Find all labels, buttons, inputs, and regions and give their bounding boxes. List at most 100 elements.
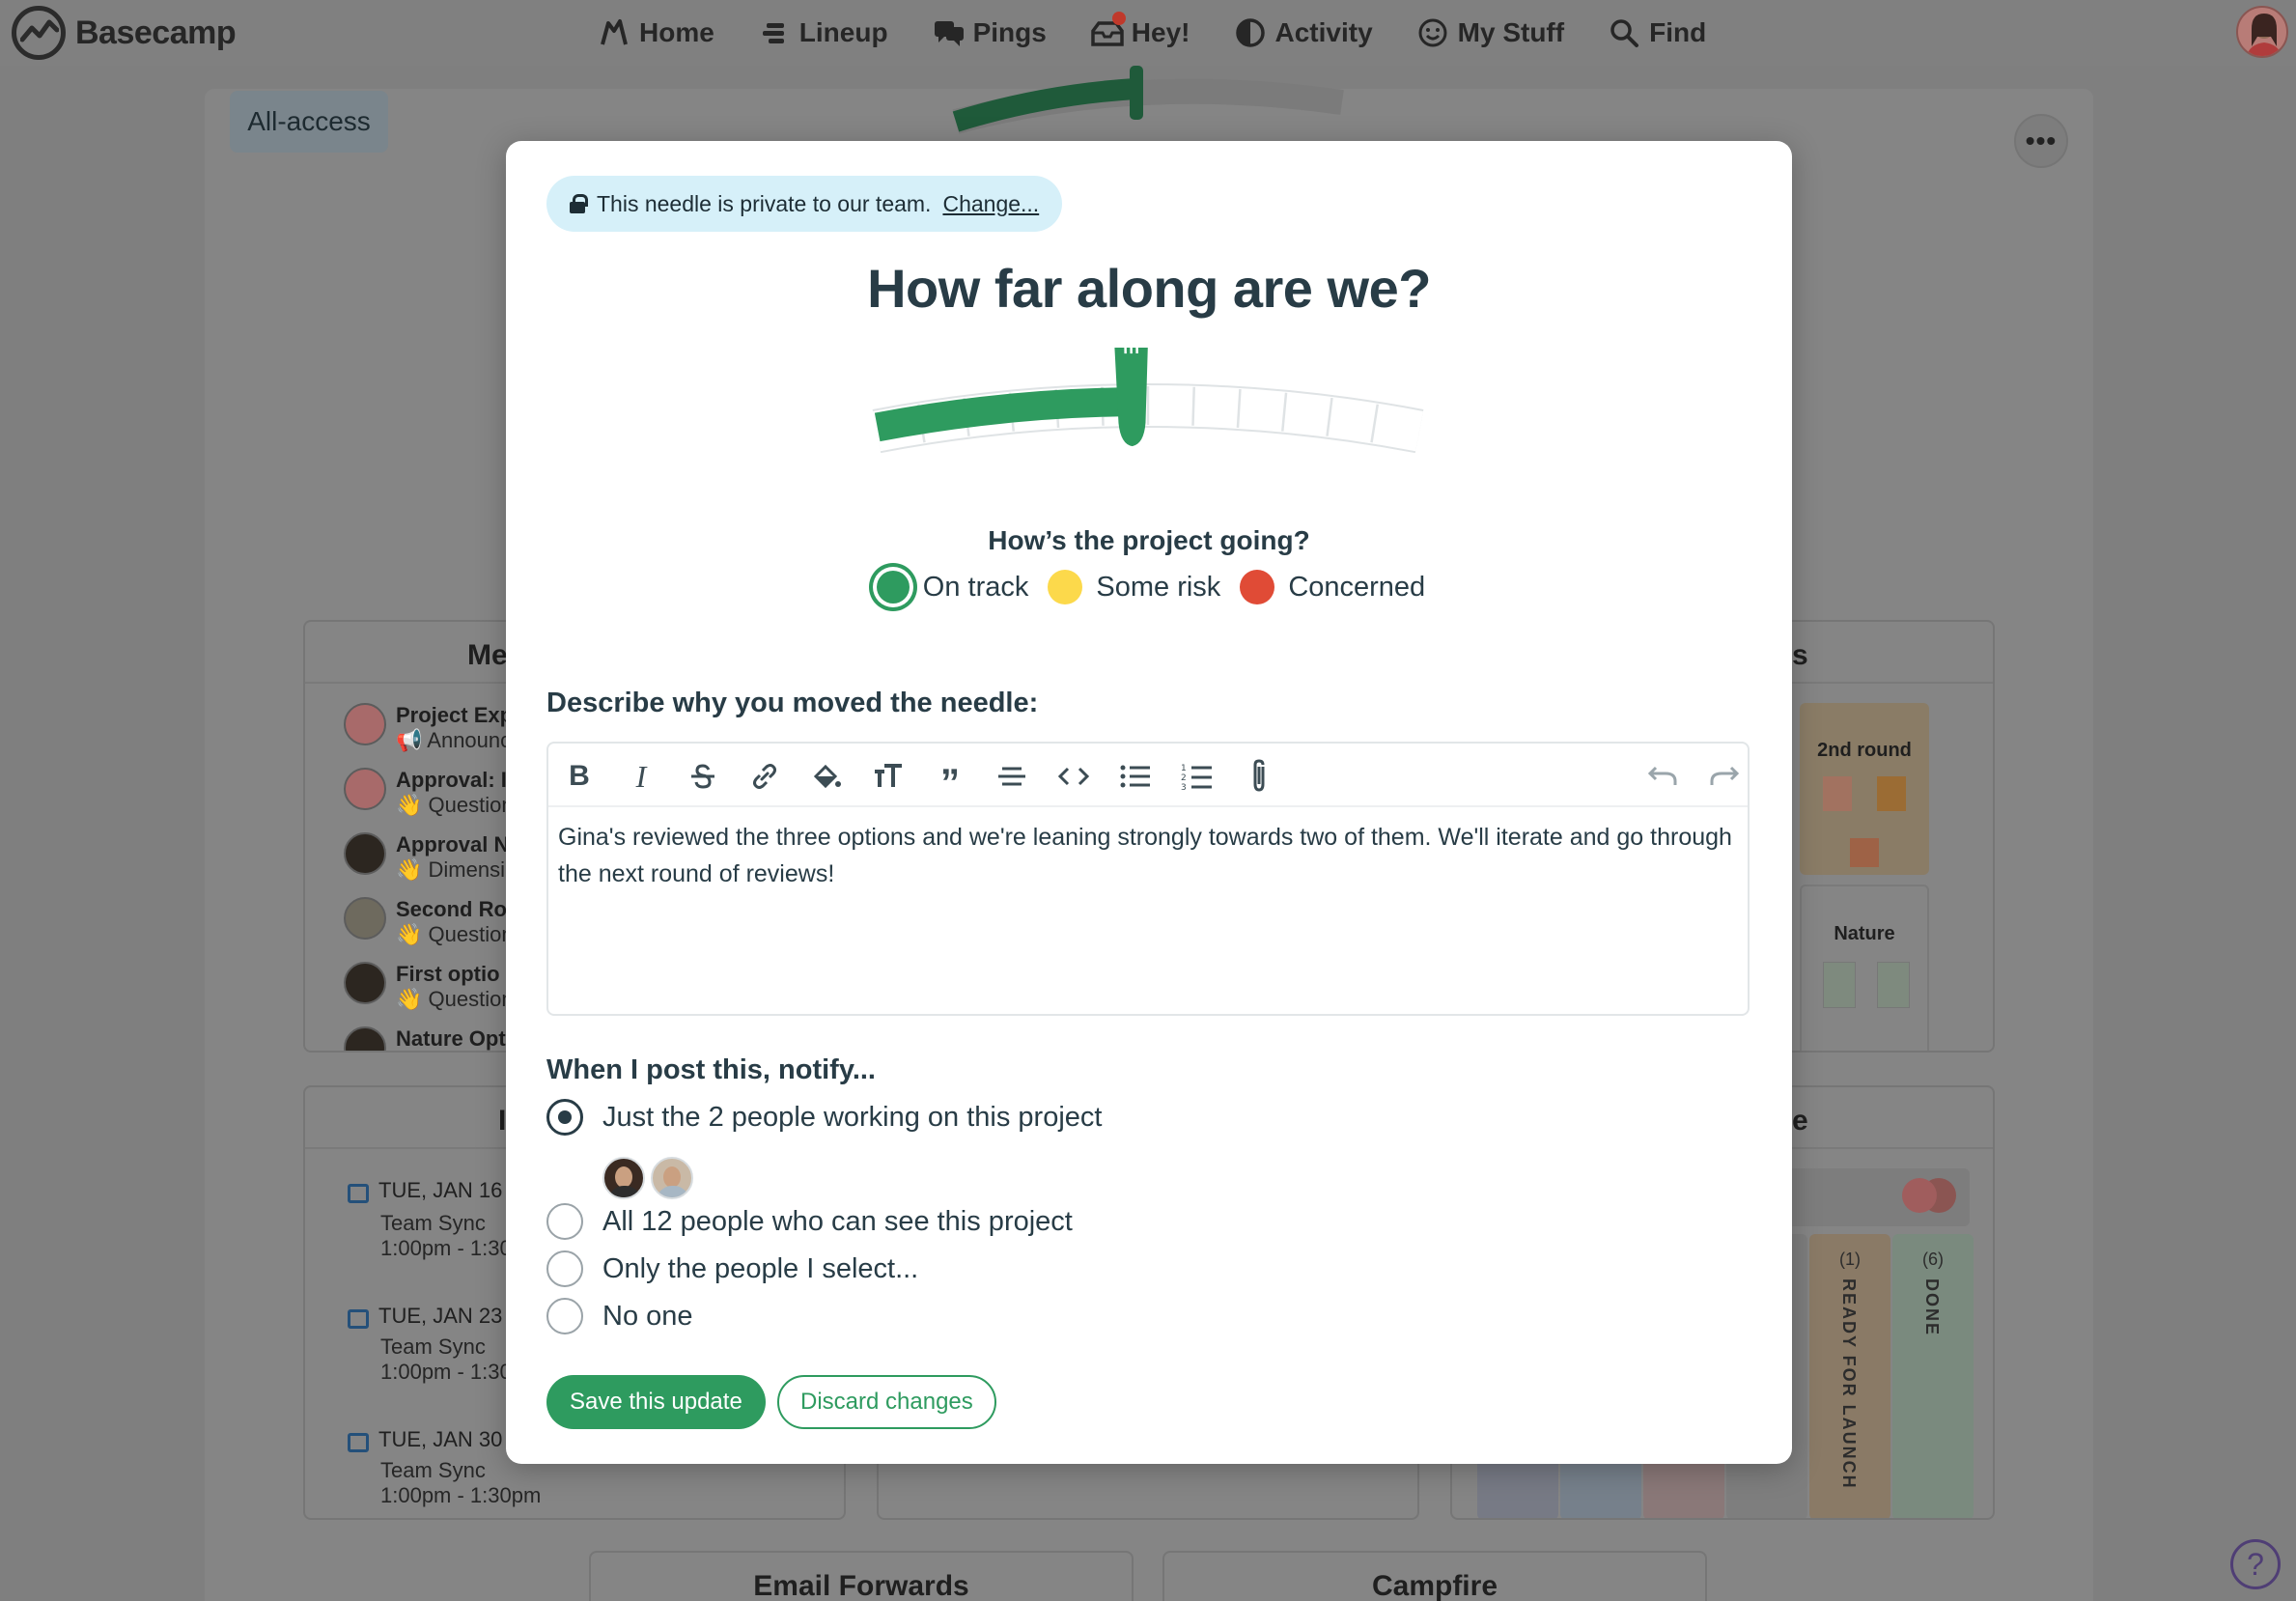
undo-icon [1647,766,1677,785]
schedule-item[interactable]: TUE, JAN 30 [348,1427,502,1452]
nav-home[interactable]: Home [599,12,714,54]
list-item[interactable]: Second Ro 👋 Question [344,897,514,947]
schedule-item[interactable]: TUE, JAN 16 [348,1178,502,1203]
notify-option-no-one[interactable]: No one [546,1298,693,1334]
folder-nature[interactable]: Nature [1800,885,1929,1051]
undo-button[interactable] [1641,755,1684,798]
radio-unselected[interactable] [546,1203,583,1240]
avatar [344,897,386,940]
search-icon [1609,17,1639,48]
bullet-list-button[interactable] [1114,755,1157,798]
my-stuff-icon [1417,17,1448,48]
folder-2nd-round[interactable]: 2nd round [1800,703,1929,875]
quote-button[interactable]: ” [929,755,971,804]
radio-unselected[interactable] [546,1298,583,1334]
docs-files-title: s [1792,639,1808,671]
calendar-icon [348,1183,369,1203]
schedule-item[interactable]: TUE, JAN 23 [348,1304,502,1329]
avatar [602,1157,645,1199]
list-item-subtitle: 👋 Question [396,922,514,946]
thumbnail [1877,776,1906,811]
kanban-column-done[interactable]: (6) DONE [1892,1234,1974,1518]
nav-lineup[interactable]: Lineup [759,12,888,54]
nav-find[interactable]: Find [1609,12,1706,54]
list-item[interactable]: Approval N 👋 Dimensi [344,832,509,883]
bullet-list-icon [1120,765,1150,788]
nav-hey[interactable]: Hey! [1091,12,1190,54]
help-button[interactable]: ? [2230,1539,2281,1589]
gauge-needle-handle[interactable] [1113,348,1149,447]
radio-selected[interactable] [546,1099,583,1136]
highlight-button[interactable] [805,755,848,798]
notify-option-label: Only the people I select... [602,1252,919,1284]
list-item[interactable]: Nature Opt [344,1026,506,1051]
italic-button[interactable]: I [620,755,662,798]
discard-changes-button[interactable]: Discard changes [777,1375,996,1429]
editor-content[interactable]: Gina's reviewed the three options and we… [558,819,1736,892]
schedule-time: 1:00pm - 1:30pm [380,1483,542,1507]
strikethrough-button[interactable] [682,755,724,798]
radio-unselected[interactable] [546,1250,583,1287]
numbered-list-button[interactable]: 123 [1176,755,1218,798]
link-button[interactable] [743,755,786,798]
status-concerned[interactable]: Concerned [1240,570,1425,604]
kanban-column-ready-for-launch[interactable]: (1) READY FOR LAUNCH [1809,1234,1890,1518]
list-item[interactable]: Project Exp 📢 Announc [344,703,513,753]
notify-option-working-people[interactable]: Just the 2 people working on this projec… [546,1099,1102,1136]
list-item-subtitle: 👋 Question [396,987,514,1011]
notify-option-label: All 12 people who can see this project [602,1205,1073,1237]
nav-pings[interactable]: Pings [933,12,1047,54]
status-label: Concerned [1288,571,1426,603]
divider-button[interactable] [991,755,1033,798]
avatar [344,832,386,875]
list-item-title: Second Ro [396,897,507,921]
attach-button[interactable] [1238,755,1280,798]
list-item-title: Approval: I [396,768,507,792]
list-item[interactable]: Approval: I 👋 Question [344,768,514,818]
text-size-icon [875,764,902,787]
avatar [1902,1178,1937,1213]
user-avatar[interactable] [2236,6,2288,58]
nav-activity[interactable]: Activity [1235,12,1373,54]
notify-option-select-people[interactable]: Only the people I select... [546,1250,918,1287]
redo-button[interactable] [1703,755,1746,798]
nav-find-label: Find [1649,17,1707,47]
basecamp-logo[interactable]: Basecamp [12,6,237,60]
campfire-title: Campfire [1371,1570,1498,1601]
schedule-title-text: Team Sync [380,1458,486,1482]
notify-people-avatars [602,1157,693,1199]
campfire-card[interactable]: Campfire [1162,1551,1707,1601]
hey-icon [1091,12,1126,48]
page-options-button[interactable]: ••• [2014,114,2068,168]
code-icon [1057,767,1090,786]
heading-button[interactable] [867,755,910,798]
avatar [344,703,386,745]
rich-text-editor[interactable]: B I ” 123 Gina's reviewed the three opti… [546,742,1750,1016]
home-icon [599,17,630,48]
avatar [344,1026,386,1051]
list-item-title: Project Exp [396,703,514,727]
change-privacy-link[interactable]: Change... [942,191,1039,217]
status-options: On track Some risk Concerned [506,570,1792,604]
bold-button[interactable]: B [558,755,601,798]
all-access-badge[interactable]: All-access [230,91,388,153]
svg-text:1: 1 [1181,764,1187,773]
status-some-risk[interactable]: Some risk [1048,570,1220,604]
nav-my-stuff-label: My Stuff [1457,17,1565,47]
status-on-track[interactable]: On track [873,571,1029,604]
nav-my-stuff[interactable]: My Stuff [1417,12,1564,54]
save-update-button[interactable]: Save this update [546,1375,766,1429]
nav-activity-label: Activity [1274,17,1373,47]
status-label: On track [922,571,1029,603]
svg-text:2: 2 [1181,773,1187,783]
schedule-date: TUE, JAN 23 [378,1304,503,1328]
code-button[interactable] [1052,755,1095,798]
list-item-title: Nature Opt [396,1026,506,1051]
top-navigation-bar: Basecamp Home Lineup Pings Hey! Activity… [0,0,2296,66]
email-forwards-card[interactable]: Email Forwards [589,1551,1134,1601]
app-name: Basecamp [75,14,237,51]
column-count: (6) [1922,1250,1944,1269]
list-item[interactable]: First optio 👋 Question [344,962,514,1012]
notify-option-all-people[interactable]: All 12 people who can see this project [546,1203,1073,1240]
status-label: Some risk [1096,571,1221,603]
